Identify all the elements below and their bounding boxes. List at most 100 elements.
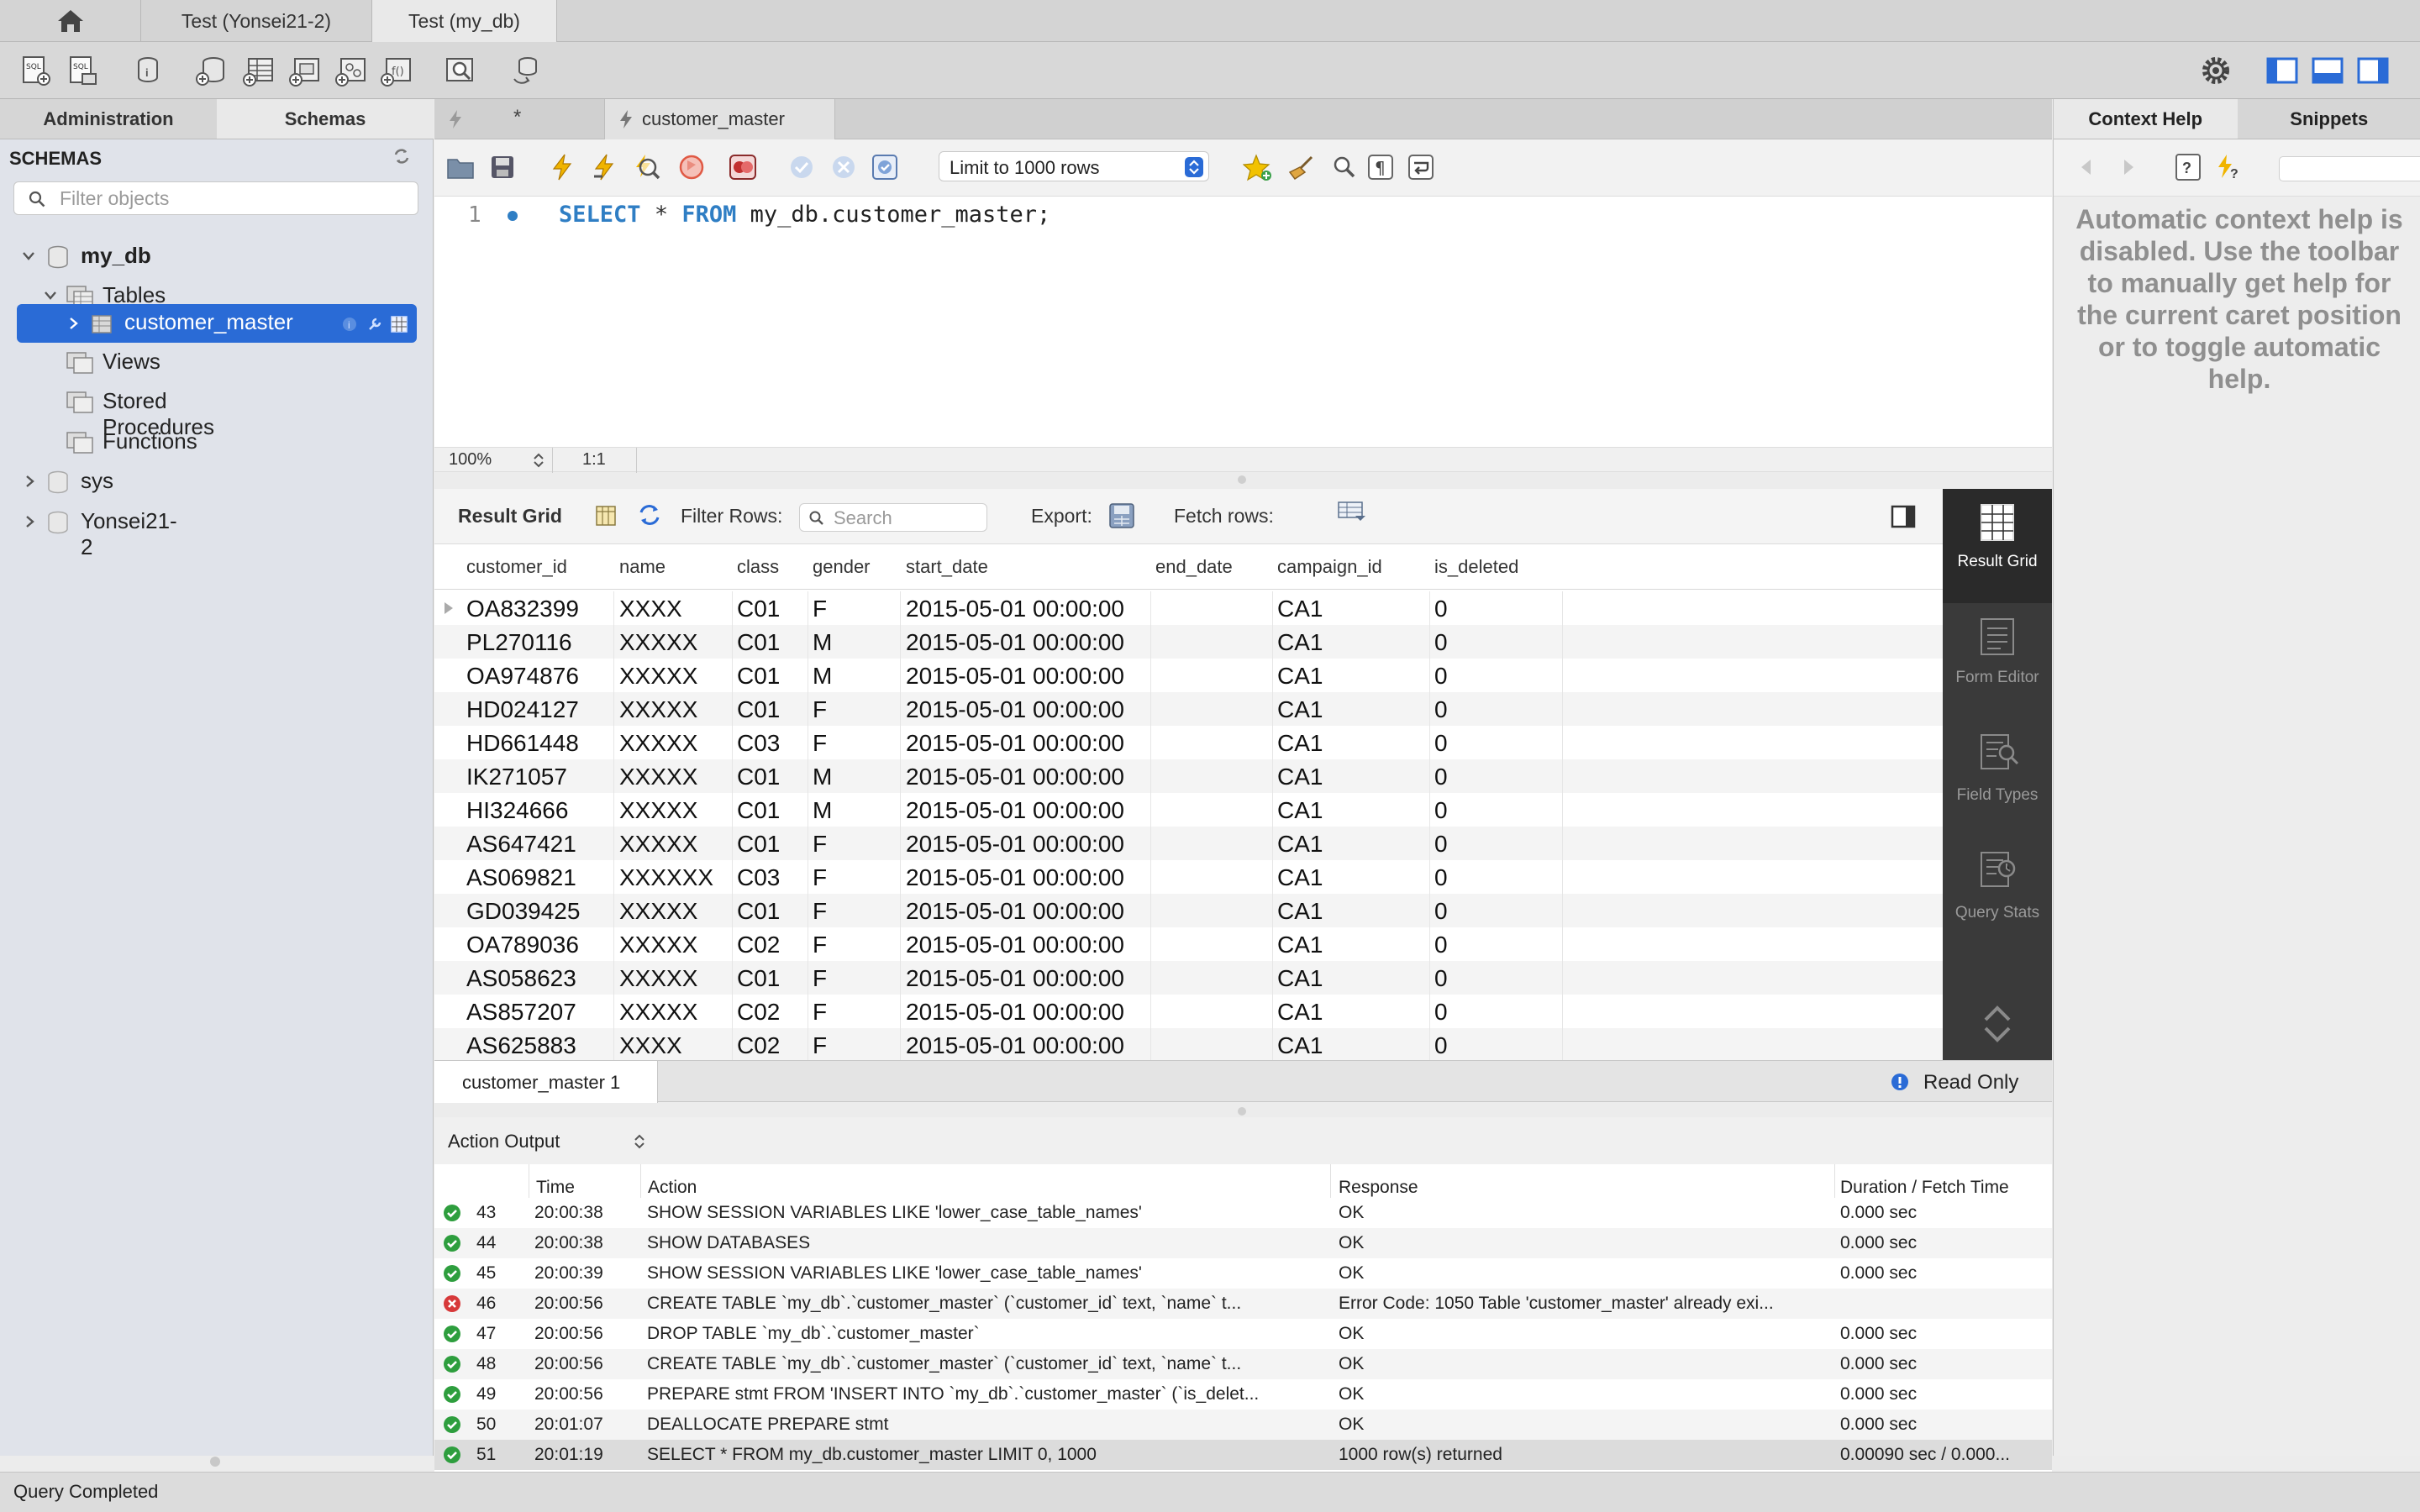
cell-class[interactable]: C01 bbox=[737, 898, 780, 925]
cell-gender[interactable]: F bbox=[813, 696, 827, 723]
toggle-sidebar-icon[interactable] bbox=[2265, 54, 2299, 87]
cell-is-deleted[interactable]: 0 bbox=[1434, 596, 1448, 622]
cell-campaign-id[interactable]: CA1 bbox=[1277, 629, 1323, 656]
home-tab[interactable] bbox=[0, 0, 141, 42]
cell-class[interactable]: C01 bbox=[737, 965, 780, 992]
commit-icon[interactable] bbox=[789, 155, 814, 180]
rail-query-stats[interactable]: Query Stats bbox=[1943, 837, 2052, 954]
column-header-end-date[interactable]: end_date bbox=[1155, 556, 1233, 578]
cell-is-deleted[interactable]: 0 bbox=[1434, 864, 1448, 891]
zoom-level[interactable]: 100% bbox=[449, 450, 492, 470]
output-row[interactable]: 49 20:00:56 PREPARE stmt FROM 'INSERT INTO… bbox=[434, 1379, 2052, 1410]
table-row[interactable]: AS647421 XXXXX C01 F 2015-05-01 00:00:00 CA1 0 bbox=[434, 827, 1943, 860]
column-header-start-date[interactable]: start_date bbox=[906, 556, 988, 578]
toggle-output-panel-icon[interactable] bbox=[2311, 54, 2344, 87]
editor-tab-unsaved[interactable]: * bbox=[434, 99, 605, 139]
toggle-invisible-chars-icon[interactable]: ¶ bbox=[1367, 154, 1394, 181]
output-row[interactable]: 43 20:00:38 SHOW SESSION VARIABLES LIKE 'l… bbox=[434, 1198, 2052, 1228]
cell-name[interactable]: XXXXX bbox=[619, 764, 697, 790]
cell-name[interactable]: XXXX bbox=[619, 596, 682, 622]
cell-customer-id[interactable]: HD661448 bbox=[466, 730, 579, 757]
output-resize-handle[interactable] bbox=[1238, 1107, 1246, 1116]
cell-gender[interactable]: M bbox=[813, 629, 832, 656]
cell-name[interactable]: XXXXX bbox=[619, 898, 697, 925]
connection-tab-mydb[interactable]: Test (my_db) bbox=[372, 0, 557, 42]
cell-start-date[interactable]: 2015-05-01 00:00:00 bbox=[906, 999, 1124, 1026]
cell-name[interactable]: XXXXX bbox=[619, 965, 697, 992]
cell-campaign-id[interactable]: CA1 bbox=[1277, 864, 1323, 891]
output-row[interactable]: 44 20:00:38 SHOW DATABASES OK 0.000 sec bbox=[434, 1228, 2052, 1258]
cell-gender[interactable]: F bbox=[813, 596, 827, 622]
cell-class[interactable]: C03 bbox=[737, 864, 780, 891]
output-column-duration[interactable]: Duration / Fetch Time bbox=[1840, 1178, 2009, 1198]
cell-gender[interactable]: F bbox=[813, 730, 827, 757]
table-row[interactable]: OA832399 XXXX C01 F 2015-05-01 00:00:00 CA1 0 bbox=[434, 591, 1943, 625]
cell-class[interactable]: C01 bbox=[737, 696, 780, 723]
cell-customer-id[interactable]: OA789036 bbox=[466, 932, 579, 958]
chevron-right-icon[interactable] bbox=[69, 317, 79, 330]
sidebar-resize-handle[interactable] bbox=[210, 1457, 220, 1467]
result-tab-customer-master-1[interactable]: customer_master 1 bbox=[434, 1061, 658, 1103]
column-header-class[interactable]: class bbox=[737, 556, 779, 578]
connection-tab-yonsei[interactable]: Test (Yonsei21-2) bbox=[141, 0, 372, 42]
cell-campaign-id[interactable]: CA1 bbox=[1277, 898, 1323, 925]
cell-class[interactable]: C03 bbox=[737, 730, 780, 757]
cell-campaign-id[interactable]: CA1 bbox=[1277, 696, 1323, 723]
beautify-broom-icon[interactable] bbox=[1286, 154, 1317, 181]
cell-is-deleted[interactable]: 0 bbox=[1434, 730, 1448, 757]
column-header-is-deleted[interactable]: is_deleted bbox=[1434, 556, 1518, 578]
cell-customer-id[interactable]: IK271057 bbox=[466, 764, 567, 790]
create-procedure-icon[interactable] bbox=[334, 54, 368, 87]
table-row[interactable]: OA789036 XXXXX C02 F 2015-05-01 00:00:00 CA1 0 bbox=[434, 927, 1943, 961]
stop-query-icon[interactable] bbox=[678, 154, 705, 181]
cell-class[interactable]: C01 bbox=[737, 831, 780, 858]
cell-name[interactable]: XXXXX bbox=[619, 663, 697, 690]
find-replace-icon[interactable] bbox=[1332, 155, 1357, 180]
tab-schemas[interactable]: Schemas bbox=[217, 99, 434, 139]
cell-start-date[interactable]: 2015-05-01 00:00:00 bbox=[906, 596, 1124, 622]
auto-help-toggle-icon[interactable]: ? bbox=[2215, 153, 2244, 181]
manual-help-icon[interactable]: ? bbox=[2175, 153, 2202, 181]
cell-customer-id[interactable]: AS058623 bbox=[466, 965, 576, 992]
toggle-result-panel-icon[interactable] bbox=[1890, 504, 1917, 529]
cell-gender[interactable]: M bbox=[813, 663, 832, 690]
cell-gender[interactable]: F bbox=[813, 831, 827, 858]
create-table-icon[interactable] bbox=[242, 54, 276, 87]
cell-customer-id[interactable]: HD024127 bbox=[466, 696, 579, 723]
column-header-name[interactable]: name bbox=[619, 556, 666, 578]
table-row[interactable]: HD024127 XXXXX C01 F 2015-05-01 00:00:00 CA1 0 bbox=[434, 692, 1943, 726]
cell-gender[interactable]: F bbox=[813, 932, 827, 958]
cell-gender[interactable]: F bbox=[813, 999, 827, 1026]
output-row[interactable]: 50 20:01:07 DEALLOCATE PREPARE stmt OK 0.000… bbox=[434, 1410, 2052, 1440]
cell-gender[interactable]: F bbox=[813, 1032, 827, 1059]
cell-campaign-id[interactable]: CA1 bbox=[1277, 730, 1323, 757]
cell-class[interactable]: C01 bbox=[737, 663, 780, 690]
editor-resize-handle[interactable] bbox=[1238, 475, 1246, 484]
cell-campaign-id[interactable]: CA1 bbox=[1277, 663, 1323, 690]
cell-customer-id[interactable]: AS857207 bbox=[466, 999, 576, 1026]
cell-is-deleted[interactable]: 0 bbox=[1434, 999, 1448, 1026]
cell-gender[interactable]: F bbox=[813, 864, 827, 891]
export-results-icon[interactable] bbox=[1107, 501, 1137, 531]
create-schema-icon[interactable] bbox=[195, 54, 229, 87]
cell-name[interactable]: XXXXXX bbox=[619, 864, 713, 891]
table-data-grid-icon[interactable] bbox=[390, 315, 408, 333]
refresh-schemas-icon[interactable] bbox=[392, 146, 412, 166]
cell-start-date[interactable]: 2015-05-01 00:00:00 bbox=[906, 1032, 1124, 1059]
explain-query-icon[interactable] bbox=[631, 153, 661, 181]
output-row[interactable]: 46 20:00:56 CREATE TABLE `my_db`.`customer… bbox=[434, 1289, 2052, 1319]
cell-campaign-id[interactable]: CA1 bbox=[1277, 932, 1323, 958]
table-row[interactable]: AS058623 XXXXX C01 F 2015-05-01 00:00:00 CA1 0 bbox=[434, 961, 1943, 995]
cell-gender[interactable]: F bbox=[813, 898, 827, 925]
cell-class[interactable]: C02 bbox=[737, 932, 780, 958]
table-row[interactable]: OA974876 XXXXX C01 M 2015-05-01 00:00:00 CA1 0 bbox=[434, 659, 1943, 692]
chevron-right-icon[interactable] bbox=[25, 515, 35, 528]
cell-name[interactable]: XXXXX bbox=[619, 730, 697, 757]
filter-objects-input[interactable]: Filter objects bbox=[13, 181, 418, 215]
settings-gear-icon[interactable] bbox=[2199, 54, 2233, 87]
refresh-results-icon[interactable] bbox=[636, 502, 663, 528]
fetch-next-rows-icon[interactable] bbox=[1335, 499, 1367, 524]
action-output-table[interactable]: Time Action Response Duration / Fetch Ti… bbox=[434, 1164, 2052, 1472]
autocommit-toggle-icon[interactable] bbox=[871, 154, 898, 181]
cell-start-date[interactable]: 2015-05-01 00:00:00 bbox=[906, 663, 1124, 690]
